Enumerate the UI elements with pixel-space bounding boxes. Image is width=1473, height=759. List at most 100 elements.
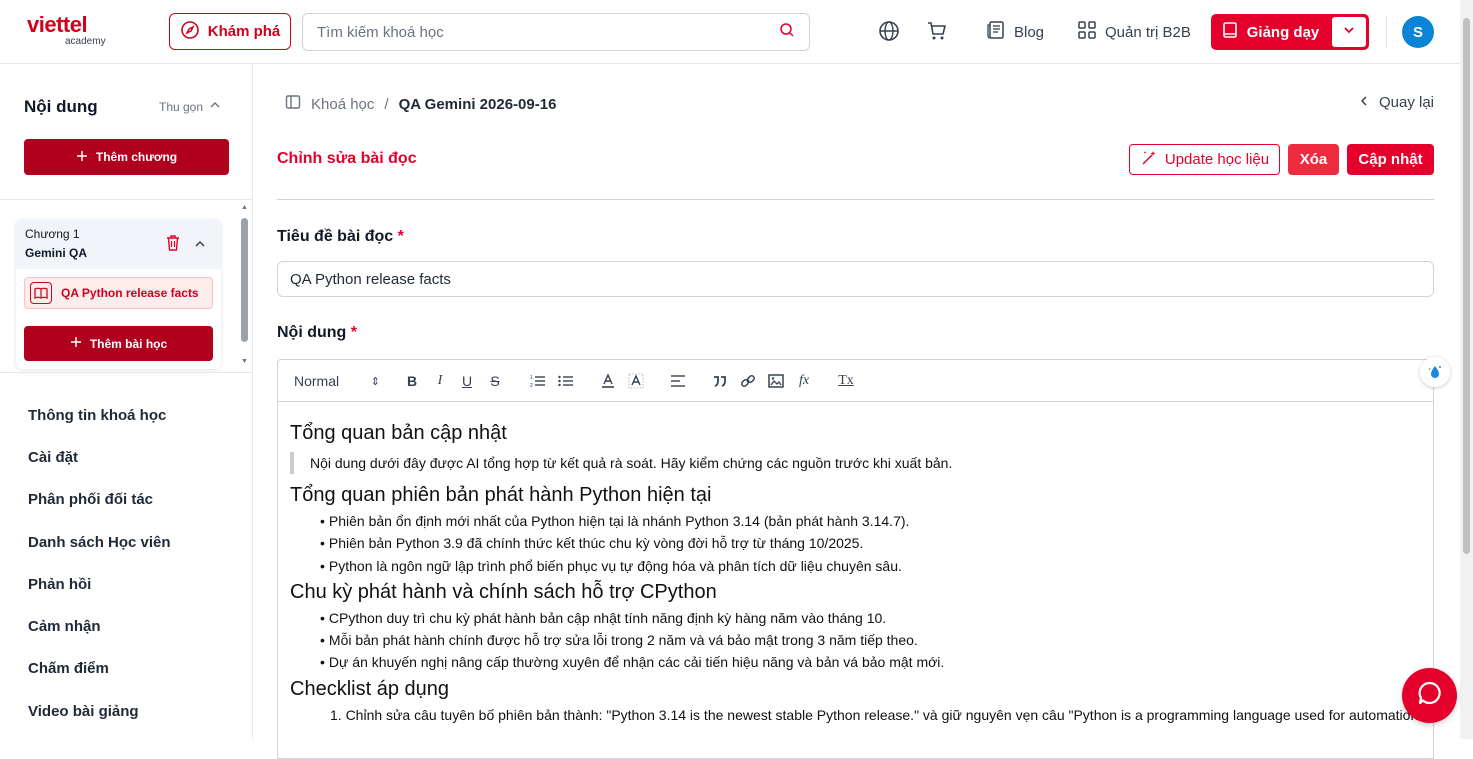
sidebar-item-partner-distribution[interactable]: Phân phối đối tác — [28, 479, 171, 521]
sidebar-item-students[interactable]: Danh sách Học viên — [28, 521, 171, 563]
search-box[interactable] — [302, 13, 810, 51]
strikethrough-icon[interactable]: S — [487, 372, 503, 390]
header-divider — [1386, 16, 1387, 48]
link-icon[interactable] — [739, 372, 757, 390]
document-blockquote: Nội dung dưới đây được AI tổng hợp từ kế… — [290, 452, 1425, 474]
editor-content[interactable]: Tổng quan bản cập nhật Nội dung dưới đây… — [290, 418, 1425, 726]
highlight-color-icon[interactable] — [627, 372, 645, 390]
collapse-label: Thu gọn — [159, 99, 204, 114]
sidebar-item-lecture-videos[interactable]: Video bài giảng — [28, 690, 171, 732]
svg-text:2: 2 — [530, 383, 533, 388]
text-color-icon[interactable] — [599, 372, 617, 390]
main-content: Khoá học / QA Gemini 2026-09-16 Quay lại… — [277, 64, 1434, 759]
update-material-label: Update học liệu — [1164, 151, 1270, 168]
plus-icon — [70, 336, 82, 351]
teach-label: Giảng dạy — [1246, 23, 1320, 41]
logo-sub-text: academy — [65, 36, 106, 47]
lesson-title-input[interactable] — [277, 261, 1434, 297]
chapter-card: Chương 1 Gemini QA QA Python release fac… — [16, 219, 221, 369]
search-input[interactable] — [317, 23, 779, 41]
list-item: Phiên bản ổn định mới nhất của Python hi… — [320, 510, 1425, 532]
add-chapter-label: Thêm chương — [95, 150, 178, 164]
sidebar-item-course-info[interactable]: Thông tin khoá học — [28, 394, 171, 436]
save-button[interactable]: Cập nhật — [1347, 144, 1434, 175]
ordered-list: 1. Chỉnh sửa câu tuyên bố phiên bản thàn… — [320, 704, 1425, 726]
content-field-label-text: Nội dung — [277, 324, 347, 341]
page-scrollbar[interactable] — [1460, 0, 1473, 739]
cart-icon[interactable] — [926, 20, 948, 42]
chevron-up-icon — [209, 99, 221, 114]
trash-icon[interactable] — [165, 234, 181, 257]
chevron-up-icon[interactable] — [194, 237, 206, 255]
globe-icon[interactable] — [878, 20, 900, 42]
chevron-down-icon — [1342, 23, 1356, 42]
bullet-list: Phiên bản ổn định mới nhất của Python hi… — [320, 510, 1425, 577]
chapter-name: Gemini QA — [25, 246, 88, 260]
search-icon[interactable] — [779, 22, 795, 43]
align-icon[interactable] — [669, 372, 687, 390]
sidebar-toggle-icon[interactable] — [285, 94, 301, 114]
blockquote-icon[interactable] — [711, 372, 729, 390]
collapse-button[interactable]: Thu gọn — [159, 99, 221, 114]
user-avatar[interactable]: S — [1402, 16, 1434, 48]
image-icon[interactable] — [767, 372, 785, 390]
b2b-admin-link[interactable]: Quản trị B2B — [1077, 20, 1191, 44]
sidebar-item-grading[interactable]: Chấm điểm — [28, 648, 171, 690]
scroll-up-arrow-icon[interactable]: ▲ — [241, 204, 248, 211]
blog-link[interactable]: Blog — [986, 20, 1044, 44]
bullet-list: CPython duy trì chu kỳ phát hành bản cập… — [320, 607, 1425, 674]
bold-icon[interactable]: B — [404, 372, 420, 390]
formula-icon[interactable]: fx — [795, 372, 813, 390]
page-scrollbar-thumb[interactable] — [1463, 18, 1470, 554]
delete-button[interactable]: Xóa — [1288, 144, 1339, 175]
rich-text-editor[interactable]: Normal ⇕ B I U S 12 fx Tx Tổng quan bản … — [277, 359, 1434, 759]
chapter-list-scrollbar-thumb[interactable] — [241, 218, 248, 342]
bullet-list-icon[interactable] — [557, 372, 575, 390]
underline-icon[interactable]: U — [459, 372, 475, 390]
update-material-button[interactable]: Update học liệu — [1129, 144, 1280, 175]
format-select[interactable]: Normal ⇕ — [294, 372, 380, 390]
add-chapter-button[interactable]: Thêm chương — [24, 139, 229, 175]
title-field-label: Tiêu đề bài đọc * — [277, 228, 404, 246]
list-item: Dự án khuyến nghị nâng cấp thường xuyên … — [320, 651, 1425, 673]
sidebar-item-feedback[interactable]: Phản hồi — [28, 563, 171, 605]
chevron-left-icon — [1359, 94, 1369, 111]
viettel-academy-logo[interactable]: viettel academy — [27, 14, 127, 50]
compass-icon — [180, 20, 200, 44]
content-field-label: Nội dung * — [277, 324, 357, 342]
breadcrumb-separator: / — [384, 95, 389, 113]
italic-icon[interactable]: I — [432, 372, 448, 390]
add-lesson-label: Thêm bài học — [89, 336, 168, 351]
lesson-item[interactable]: QA Python release facts — [24, 277, 213, 309]
open-book-icon — [30, 282, 52, 304]
required-mark: * — [397, 228, 404, 245]
page-title: Chỉnh sửa bài đọc — [277, 150, 417, 167]
sidebar-item-settings[interactable]: Cài đặt — [28, 436, 171, 478]
breadcrumb-courses[interactable]: Khoá học — [311, 96, 374, 113]
blog-icon — [986, 20, 1006, 44]
scroll-down-arrow-icon[interactable]: ▼ — [241, 358, 248, 365]
chapter-list-scrollbar[interactable]: ▲ ▼ — [240, 204, 249, 372]
b2b-label: Quản trị B2B — [1105, 23, 1191, 41]
sidebar-item-reviews[interactable]: Cảm nhận — [28, 605, 171, 647]
teach-main-button[interactable]: Giảng dạy — [1211, 14, 1329, 50]
explore-label: Khám phá — [207, 23, 281, 40]
add-lesson-button[interactable]: Thêm bài học — [24, 326, 213, 361]
document-heading: Checklist áp dụng — [290, 677, 449, 700]
breadcrumb-current: QA Gemini 2026-09-16 — [398, 95, 557, 113]
chat-support-button[interactable] — [1402, 668, 1457, 723]
document-heading: Chu kỳ phát hành và chính sách hỗ trợ CP… — [290, 580, 717, 603]
water-drop-widget-icon[interactable] — [1420, 357, 1450, 387]
ordered-list-icon[interactable]: 12 — [529, 372, 547, 390]
list-item: Mỗi bản phát hành chính được hỗ trợ sửa … — [320, 629, 1425, 651]
book-icon — [1221, 21, 1239, 43]
back-link[interactable]: Quay lại — [1359, 94, 1434, 111]
list-item: CPython duy trì chu kỳ phát hành bản cập… — [320, 607, 1425, 629]
list-item: Python là ngôn ngữ lập trình phổ biến ph… — [320, 555, 1425, 577]
content-sidebar: Nội dung Thu gọn Thêm chương Chương 1 Ge… — [0, 64, 253, 739]
chapter-header[interactable]: Chương 1 Gemini QA — [16, 219, 221, 269]
clear-format-icon[interactable]: Tx — [837, 372, 855, 390]
teach-dropdown-toggle[interactable] — [1332, 17, 1366, 47]
teach-button[interactable]: Giảng dạy — [1211, 14, 1369, 50]
explore-button[interactable]: Khám phá — [169, 13, 291, 50]
